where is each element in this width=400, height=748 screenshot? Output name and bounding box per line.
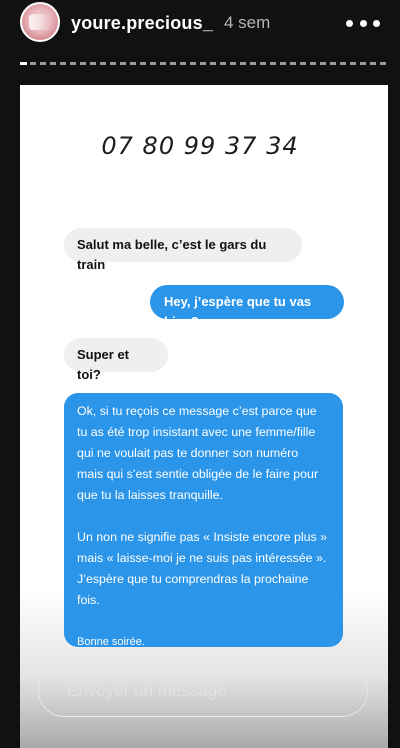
post-timestamp: 4 sem (224, 13, 271, 32)
message-line: J’espère que tu comprendras la prochaine (77, 572, 309, 586)
message-line: Ok, si tu reçois ce message c’est parce … (77, 404, 317, 418)
message-input-placeholder: Envoyer un message (67, 681, 227, 700)
story-progress-fill (20, 62, 28, 65)
message-line: qui ne voulait pas te donner son numéro (77, 446, 299, 460)
message-bubble-received: Salut ma belle, c’est le gars du train (64, 228, 302, 272)
message-bubble-sent: Hey, j’espère que tu vas bien? (150, 285, 344, 329)
story-header: youre.precious_ 4 sem (0, 0, 400, 58)
message-line: mais qui s’est sentie obligée de le fair… (77, 467, 319, 481)
story-progress-bar (20, 62, 388, 65)
message-line: que tu la laisses tranquille. (77, 488, 224, 502)
dot (373, 19, 380, 27)
dot (359, 19, 367, 27)
message-input[interactable]: Envoyer un message (38, 665, 368, 717)
message-bubble-sent-long: Ok, si tu reçois ce message c’est parce … (64, 393, 343, 648)
username[interactable]: youre.precious_ (71, 13, 213, 34)
message-line: fois. (77, 593, 100, 607)
message-line: tu as été trop insistant avec une femme/… (77, 425, 316, 439)
message-line: Un non ne signifie pas « Insiste encore … (77, 530, 328, 544)
profile-avatar[interactable] (20, 2, 60, 42)
dot (346, 19, 353, 27)
message-line: mais « laisse-moi je ne suis pas intéres… (77, 551, 327, 565)
message-signoff: Bonne soirée. (77, 636, 145, 648)
more-options-icon[interactable] (346, 13, 380, 33)
avatar-image (29, 14, 51, 30)
message-bubble-received: Super et toi? (64, 338, 168, 382)
phone-number-text: 07 80 99 37 34 (101, 132, 299, 160)
